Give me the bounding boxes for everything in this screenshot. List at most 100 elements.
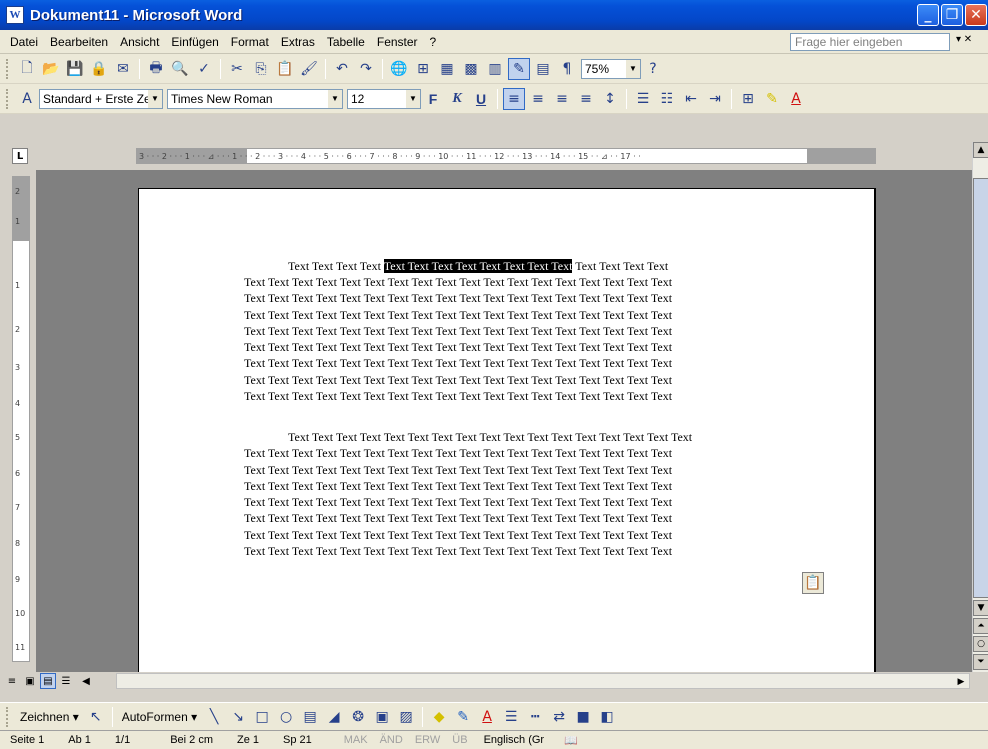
underline-button[interactable]: U [470,88,492,110]
line-style-icon[interactable]: ☰ [500,706,522,728]
cut-icon[interactable]: ✂ [226,58,248,80]
paragraph-line[interactable]: Text Text Text Text Text Text Text Text … [244,290,800,306]
diagram-icon[interactable]: ❂ [347,706,369,728]
bold-button[interactable]: F [422,88,444,110]
save-icon[interactable]: 💾 [64,58,86,80]
font-color-icon[interactable]: A [785,88,807,110]
picture-icon[interactable]: ▨ [395,706,417,728]
new-doc-icon[interactable]: 🗋 [16,58,38,80]
numbering-icon[interactable]: ☰ [632,88,654,110]
drawing-icon[interactable]: ✎ [508,57,530,80]
paragraph-line[interactable]: Text Text Text Text Text Text Text Text … [244,543,800,559]
vertical-scrollbar[interactable]: ▲ ▼ ⏶ ○ ⏷ [972,142,988,672]
shadow-icon[interactable]: ■ [572,706,594,728]
menu-tabelle[interactable]: Tabelle [321,35,371,49]
email-icon[interactable]: ✉ [112,58,134,80]
arrow-style-icon[interactable]: ⇄ [548,706,570,728]
paragraph-2-first-line[interactable]: Text Text Text Text Text Text Text Text … [244,429,800,445]
scroll-thumb[interactable] [973,178,988,598]
menu-einfuegen[interactable]: Einfügen [165,35,224,49]
insert-excel-icon[interactable]: ▩ [460,58,482,80]
textbox-icon[interactable]: ▤ [299,706,321,728]
help-search-input[interactable]: Frage hier eingeben [790,33,950,51]
arrow-icon[interactable]: ↘ [227,706,249,728]
3d-icon[interactable]: ◧ [596,706,618,728]
status-aend[interactable]: ÄND [374,734,409,746]
format-painter-icon[interactable]: 🖌 [298,58,320,80]
align-center-icon[interactable]: ≡ [527,88,549,110]
paragraph-line[interactable]: Text Text Text Text Text Text Text Text … [244,445,800,461]
align-right-icon[interactable]: ≡ [551,88,573,110]
paragraph-line[interactable]: Text Text Text Text Text Text Text Text … [244,307,800,323]
paragraph-line[interactable]: Text Text Text Text Text Text Text Text … [244,339,800,355]
paragraph-line[interactable]: Text Text Text Text Text Text Text Text … [244,462,800,478]
increase-indent-icon[interactable]: ⇥ [704,88,726,110]
borders-icon[interactable]: ⊞ [737,88,759,110]
status-mak[interactable]: MAK [338,734,374,746]
toolbar-grip[interactable] [6,706,11,727]
vertical-ruler[interactable]: 2 1 1 2 3 4 5 6 7 8 9 10 11 [12,176,30,662]
columns-icon[interactable]: ▥ [484,58,506,80]
decrease-indent-icon[interactable]: ⇤ [680,88,702,110]
rectangle-icon[interactable]: □ [251,706,273,728]
help-icon[interactable]: ? [642,58,664,80]
prev-page-icon[interactable]: ⏶ [973,618,988,634]
insert-table-icon[interactable]: ▦ [436,58,458,80]
scroll-up-icon[interactable]: ▲ [973,142,988,158]
menu-help[interactable]: ? [424,35,443,49]
clipart-icon[interactable]: ▣ [371,706,393,728]
print-layout-icon[interactable]: ▤ [40,673,56,689]
hyperlink-icon[interactable]: 🌐 [388,58,410,80]
help-dropdown-icon[interactable]: ▾ ✕ [956,34,972,45]
draw-menu-button[interactable]: Zeichnen ▾ [15,710,84,724]
paragraph-1-first-line[interactable]: Text Text Text Text Text Text Text Text … [244,258,800,274]
copy-icon[interactable]: ⎘ [250,58,272,80]
paragraph-line[interactable]: Text Text Text Text Text Text Text Text … [244,355,800,371]
paragraph-line[interactable]: Text Text Text Text Text Text Text Text … [244,274,800,290]
print-icon[interactable]: 🖶 [145,58,167,80]
menu-ansicht[interactable]: Ansicht [114,35,165,49]
permission-icon[interactable]: 🔒 [88,58,110,80]
spelling-status-icon[interactable]: 📖 [554,734,592,747]
menu-format[interactable]: Format [225,35,275,49]
browse-object-icon[interactable]: ○ [973,636,988,652]
restore-button[interactable]: ❐ [941,4,963,26]
paragraph-line[interactable]: Text Text Text Text Text Text Text Text … [244,494,800,510]
autoshapes-button[interactable]: AutoFormen ▾ [117,710,202,724]
zoom-combo[interactable]: 75% ▼ [581,58,641,79]
menu-extras[interactable]: Extras [275,35,321,49]
chevron-down-icon[interactable]: ▼ [328,89,342,108]
show-hide-icon[interactable]: ¶ [556,58,578,80]
spellcheck-icon[interactable]: ✓ [193,58,215,80]
close-button[interactable]: ✕ [965,4,987,26]
font-color-icon[interactable]: A [476,706,498,728]
menu-fenster[interactable]: Fenster [371,35,424,49]
tab-selector[interactable]: L [12,148,28,164]
redo-icon[interactable]: ↷ [355,58,377,80]
paragraph-line[interactable]: Text Text Text Text Text Text Text Text … [244,510,800,526]
undo-icon[interactable]: ↶ [331,58,353,80]
styles-formatting-icon[interactable]: A [16,88,38,110]
line-icon[interactable]: ╲ [203,706,225,728]
line-color-icon[interactable]: ✎ [452,706,474,728]
status-ueb[interactable]: ÜB [446,734,473,746]
open-icon[interactable]: 📂 [40,58,62,80]
oval-icon[interactable]: ○ [275,706,297,728]
paste-icon[interactable]: 📋 [274,58,296,80]
print-preview-icon[interactable]: 🔍 [169,58,191,80]
tables-borders-icon[interactable]: ⊞ [412,58,434,80]
chevron-down-icon[interactable]: ▼ [148,89,162,108]
outline-view-icon[interactable]: ☰ [58,673,74,689]
font-size-combo[interactable]: 12 ▼ [347,88,421,109]
normal-view-icon[interactable]: ≡ [4,673,20,689]
scroll-left-icon[interactable]: ◀ [78,673,94,689]
paragraph-line[interactable]: Text Text Text Text Text Text Text Text … [244,478,800,494]
select-objects-icon[interactable]: ↖ [85,706,107,728]
paragraph-line[interactable]: Text Text Text Text Text Text Text Text … [244,323,800,339]
minimize-button[interactable]: _ [917,4,939,26]
paragraph-line[interactable]: Text Text Text Text Text Text Text Text … [244,372,800,388]
web-view-icon[interactable]: ▣ [22,673,38,689]
paragraph-line[interactable]: Text Text Text Text Text Text Text Text … [244,388,800,404]
scroll-right-icon[interactable]: ▶ [953,674,969,688]
toolbar-grip[interactable] [6,58,11,79]
